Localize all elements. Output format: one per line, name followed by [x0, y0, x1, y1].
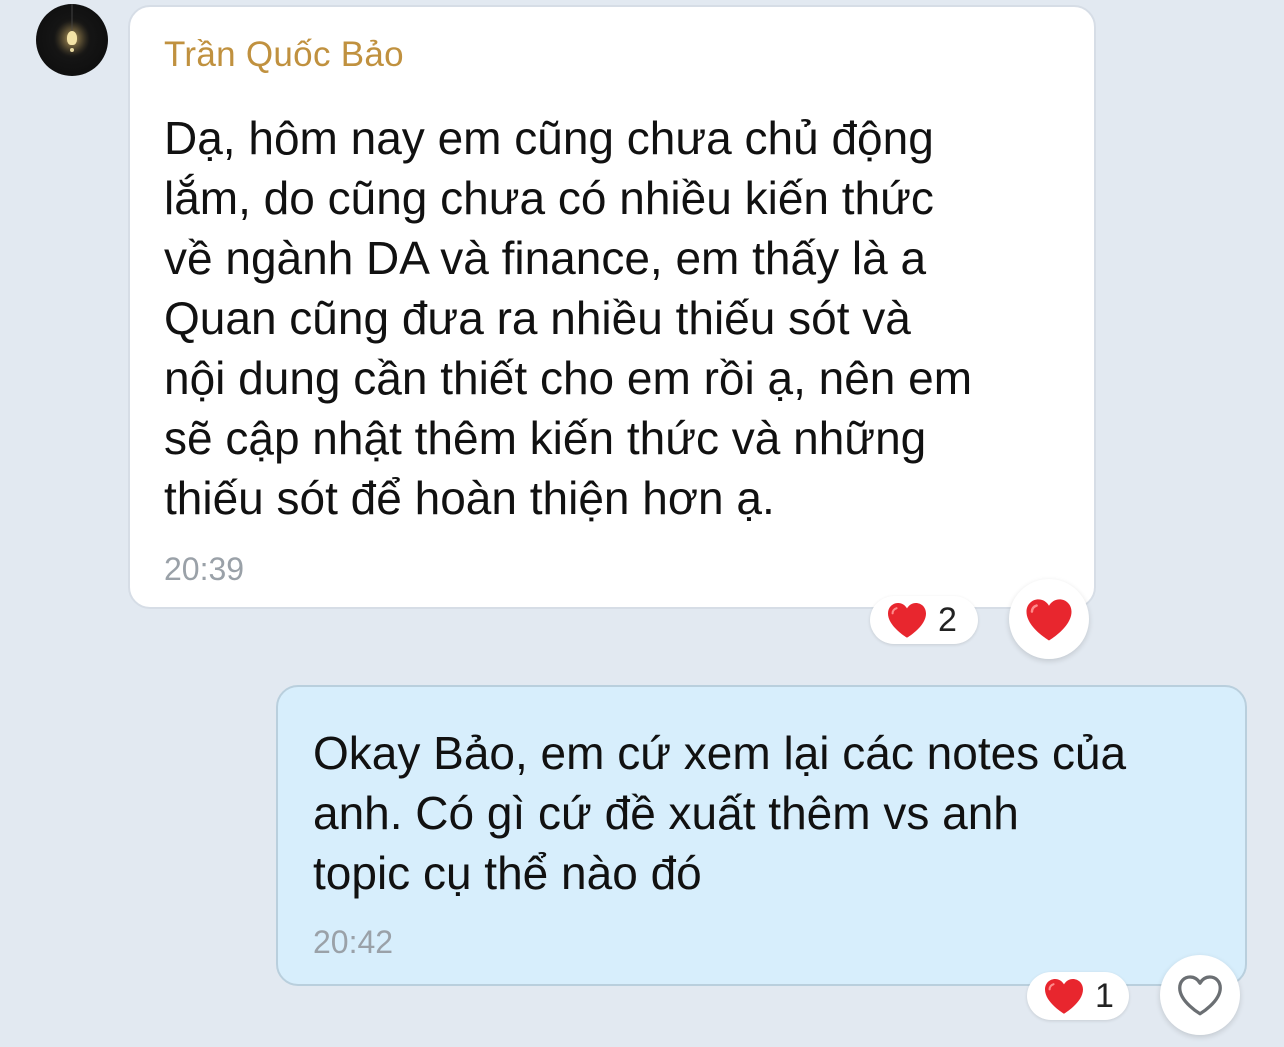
heart-outline-icon [1178, 975, 1222, 1016]
react-button[interactable] [1160, 955, 1240, 1035]
avatar-lamp-bulb [67, 31, 77, 45]
heart-icon [1045, 978, 1083, 1014]
heart-icon [888, 602, 926, 638]
message-line: Quan cũng đưa ra nhiều thiếu sót và [164, 292, 911, 344]
message-line: lắm, do cũng chưa có nhiều kiến thức [164, 172, 934, 224]
reaction-count: 2 [938, 600, 957, 639]
avatar-lamp-glow [70, 48, 74, 52]
reaction-count: 1 [1095, 976, 1114, 1015]
message-line: sẽ cập nhật thêm kiến thức và những [164, 412, 927, 464]
received-message-text: Dạ, hôm nay em cũng chưa chủ động lắm, d… [164, 108, 1079, 528]
sender-avatar[interactable] [36, 4, 108, 76]
message-line: Okay Bảo, em cứ xem lại các notes của [313, 727, 1127, 779]
message-line: thiếu sót để hoàn thiện hơn ạ. [164, 472, 775, 524]
message-line: topic cụ thể nào đó [313, 847, 702, 899]
message-line: nội dung cần thiết cho em rồi ạ, nên em [164, 352, 973, 404]
reaction-summary[interactable]: 2 [870, 596, 978, 644]
react-button[interactable] [1009, 579, 1089, 659]
sent-message-bubble[interactable]: Okay Bảo, em cứ xem lại các notes của an… [276, 685, 1247, 986]
message-line: anh. Có gì cứ đề xuất thêm vs anh [313, 787, 1019, 839]
message-timestamp: 20:42 [313, 924, 394, 960]
message-line: Dạ, hôm nay em cũng chưa chủ động [164, 112, 934, 164]
avatar-lamp-cord [71, 4, 73, 32]
sender-name[interactable]: Trần Quốc Bảo [164, 35, 404, 75]
message-line: về ngành DA và finance, em thấy là a [164, 232, 927, 284]
received-message-bubble[interactable]: Trần Quốc Bảo Dạ, hôm nay em cũng chưa c… [128, 5, 1096, 609]
sent-message-text: Okay Bảo, em cứ xem lại các notes của an… [313, 723, 1223, 903]
reaction-summary[interactable]: 1 [1027, 972, 1129, 1020]
heart-filled-icon [1026, 598, 1072, 640]
message-timestamp: 20:39 [164, 551, 245, 587]
